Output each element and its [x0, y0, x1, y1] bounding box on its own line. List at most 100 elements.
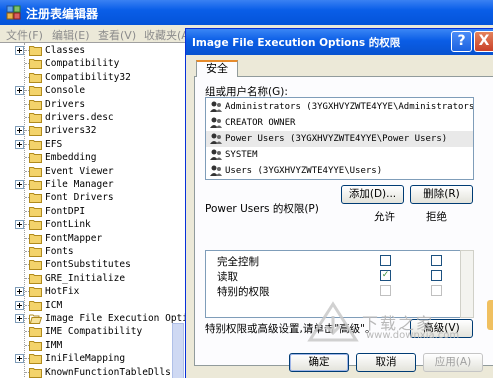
folder-icon	[29, 327, 42, 338]
user-list-item[interactable]: Administrators (3YGXHVYZWTE4YYE\Administ…	[206, 99, 473, 115]
expand-toggle-icon[interactable]	[15, 354, 24, 364]
remove-button[interactable]: 删除(R)	[410, 185, 473, 204]
expand-toggle-icon[interactable]	[15, 86, 24, 96]
expand-toggle-icon[interactable]	[15, 287, 24, 297]
tree-item-label: FontDPI	[45, 205, 86, 217]
expand-toggle-icon[interactable]	[15, 300, 24, 310]
permissions-label: Power Users 的权限(P)	[205, 203, 319, 215]
tree-item-label: Fonts	[45, 246, 74, 257]
tree-item-label: EFS	[45, 138, 63, 150]
folder-icon	[29, 206, 42, 217]
tree-item[interactable]: Event Viewer	[0, 165, 186, 178]
folder-icon	[29, 59, 42, 70]
apply-button[interactable]: 应用(A)	[423, 353, 483, 372]
help-icon: ?	[457, 33, 466, 49]
folder-icon	[29, 220, 42, 231]
menu-edit[interactable]: 编辑(E)	[52, 27, 90, 43]
tree-scrollbar[interactable]	[172, 323, 184, 378]
user-list-item[interactable]: Users (3YGXHVYZWTE4YYE\Users)	[206, 163, 473, 179]
menu-file[interactable]: 文件(F)	[6, 27, 43, 43]
dialog-titlebar[interactable]: Image File Execution Options 的权限 ? X	[186, 29, 493, 55]
permissions-scrollbar[interactable]	[460, 250, 474, 318]
tree-item[interactable]: Fonts	[0, 245, 186, 258]
tree-item[interactable]: Compatibility32	[0, 71, 186, 84]
expand-toggle-icon[interactable]	[15, 139, 24, 149]
registry-menubar: 文件(F) 编辑(E) 查看(V) 收藏夹(A)	[0, 25, 200, 42]
registry-tree-pane[interactable]: Classes Compatibility Compatibility32 Conso…	[0, 42, 186, 378]
expand-toggle-icon[interactable]	[15, 314, 24, 323]
expand-toggle-icon[interactable]	[15, 180, 24, 189]
open-folder-icon	[29, 314, 42, 324]
tree-item-label: Compatibility	[45, 58, 120, 70]
user-group-icon	[210, 101, 222, 112]
tree-item[interactable]: HotFix	[0, 285, 186, 298]
tree-item[interactable]: GRE_Initialize	[0, 272, 186, 285]
folder-icon	[29, 46, 42, 56]
tree-item-label: Classes	[45, 45, 86, 56]
deny-checkbox[interactable]	[431, 270, 442, 281]
expand-toggle-icon[interactable]	[15, 220, 24, 230]
deny-checkbox[interactable]	[431, 255, 442, 266]
tree-item[interactable]: IniFileMapping	[0, 352, 186, 365]
folder-icon	[29, 354, 42, 365]
folder-icon	[29, 260, 42, 271]
deny-checkbox[interactable]	[431, 285, 442, 296]
user-list-item[interactable]: SYSTEM	[206, 147, 473, 163]
folder-icon	[29, 367, 42, 378]
tree-item[interactable]: drivers.desc	[0, 111, 186, 124]
user-list-item[interactable]: CREATOR OWNER	[206, 115, 473, 131]
permission-name: 读取	[217, 271, 238, 283]
permission-row: 特别的权限	[206, 283, 473, 299]
user-group-icon	[210, 149, 222, 160]
tree-item[interactable]: EFS	[0, 138, 186, 151]
folder-icon	[29, 126, 42, 137]
tree-item[interactable]: IME Compatibility	[0, 325, 186, 338]
tree-item-label: KnownFunctionTableDlls	[45, 366, 171, 378]
ok-button[interactable]: 确定	[289, 353, 349, 372]
tree-item[interactable]: Compatibility	[0, 57, 186, 70]
tree-item[interactable]: FontSubstitutes	[0, 258, 186, 271]
tree-item[interactable]: IMM	[0, 339, 186, 352]
tree-item[interactable]: FontDPI	[0, 205, 186, 218]
tree-item[interactable]: FontMapper	[0, 232, 186, 245]
allow-checkbox[interactable]: ✓	[380, 270, 391, 281]
tree-item[interactable]: Drivers32	[0, 124, 186, 137]
expand-toggle-icon[interactable]	[15, 126, 24, 136]
tree-item[interactable]: Classes	[0, 44, 186, 57]
tree-item[interactable]: Image File Execution Opti	[0, 312, 186, 325]
folder-icon	[29, 180, 42, 190]
menu-view[interactable]: 查看(V)	[98, 27, 136, 43]
folder-icon	[29, 113, 42, 123]
tree-item-label: Console	[45, 85, 86, 97]
tree-item[interactable]: ICM	[0, 299, 186, 312]
tab-security[interactable]: 安全	[196, 60, 238, 77]
user-name: CREATOR OWNER	[225, 118, 296, 128]
tree-item[interactable]: File Manager	[0, 178, 186, 191]
help-button[interactable]: ?	[451, 31, 472, 52]
tree-item-label: Embedding	[45, 152, 97, 164]
tree-item[interactable]: Drivers	[0, 98, 186, 111]
registry-titlebar[interactable]: 注册表编辑器	[0, 0, 493, 25]
tree-item-label: File Manager	[45, 179, 114, 190]
folder-icon	[29, 99, 42, 110]
tree-item-label: GRE_Initialize	[45, 272, 126, 284]
tree-item[interactable]: FontLink	[0, 218, 186, 231]
close-button[interactable]: X	[474, 31, 493, 52]
allow-checkbox[interactable]	[380, 255, 391, 266]
allow-checkbox[interactable]	[380, 285, 391, 296]
user-list-item[interactable]: Power Users (3YGXHVYZWTE4YYE\Power Users…	[206, 131, 473, 147]
allow-header: 允许	[374, 211, 395, 223]
tree-item[interactable]: Console	[0, 84, 186, 97]
tree-item-label: drivers.desc	[45, 112, 114, 123]
cancel-button[interactable]: 取消	[356, 353, 416, 372]
tree-item-label: HotFix	[45, 286, 80, 298]
expand-toggle-icon[interactable]	[15, 46, 24, 55]
folder-icon	[29, 273, 42, 284]
edge-decoration	[487, 300, 493, 330]
tree-item-label: FontMapper	[45, 232, 103, 244]
tree-item[interactable]: Embedding	[0, 151, 186, 164]
tree-item[interactable]: Font Drivers	[0, 191, 186, 204]
tree-item[interactable]: KnownFunctionTableDlls	[0, 366, 186, 378]
users-listbox[interactable]: Administrators (3YGXHVYZWTE4YYE\Administ…	[205, 97, 474, 180]
add-button[interactable]: 添加(D)...	[341, 185, 404, 204]
